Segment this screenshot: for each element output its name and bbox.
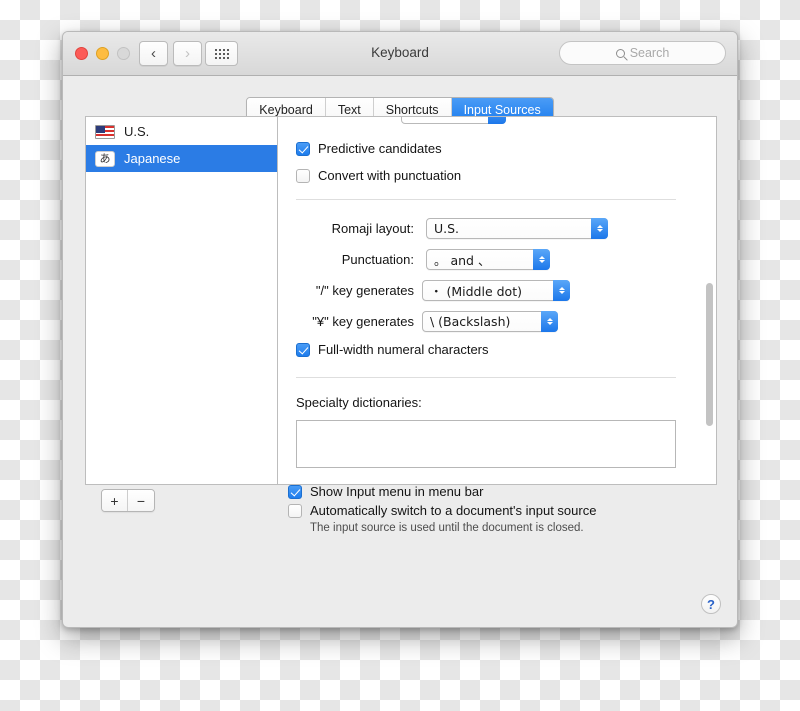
input-source-list[interactable]: U.S. あ Japanese [86,117,278,484]
remove-source-button[interactable]: − [128,490,154,511]
field-romaji-layout: Romaji layout: U.S. [296,218,700,239]
add-source-button[interactable]: + [102,490,128,511]
list-item[interactable]: U.S. [86,118,277,145]
japanese-hiragana-icon: あ [95,150,115,167]
popup-button-yen-key[interactable]: \ (Backslash) [422,311,558,332]
checkbox-predictive-candidates[interactable]: Predictive candidates [296,141,700,156]
us-flag-icon [95,124,115,139]
vertical-scrollbar[interactable] [705,119,714,482]
field-yen-key: "¥" key generates \ (Backslash) [296,311,700,332]
bottom-options: Show Input menu in menu bar Automaticall… [288,484,596,534]
checkbox-label: Automatically switch to a document's inp… [310,503,597,518]
divider [296,377,676,378]
checkbox-box [288,484,302,499]
popup-value: ・ (Middle dot) [430,284,522,299]
input-sources-panel: U.S. あ Japanese Predictive candidates Co… [85,116,717,485]
specialty-dictionaries-label: Specialty dictionaries: [296,395,422,410]
popup-button-slash-key[interactable]: ・ (Middle dot) [422,280,570,301]
scrolled-popup-button-partial[interactable] [401,117,506,124]
input-source-options: Predictive candidates Convert with punct… [278,117,716,484]
popup-value: \ (Backslash) [430,314,511,329]
popup-button-romaji-layout[interactable]: U.S. [426,218,608,239]
divider [296,199,676,200]
specialty-dictionaries-list[interactable] [296,420,676,468]
list-item[interactable]: あ Japanese [86,145,277,172]
stepper-icon [591,218,608,239]
checkbox-label: Show Input menu in menu bar [310,484,484,499]
stepper-icon [488,117,506,124]
list-item-label: U.S. [124,124,150,139]
checkbox-show-input-menu[interactable]: Show Input menu in menu bar [288,484,596,499]
search-icon [615,48,625,58]
search-input[interactable]: Search [559,41,726,65]
stepper-icon [541,311,558,332]
checkbox-auto-switch[interactable]: Automatically switch to a document's inp… [288,503,596,518]
window-titlebar: ‹ › Keyboard Search [63,32,737,76]
field-label: Punctuation: [341,252,414,267]
search-placeholder: Search [629,46,670,60]
keyboard-preferences-window: ‹ › Keyboard Search Keyboard Text Shortc… [62,31,738,628]
field-label: "/" key generates [315,283,414,298]
checkbox-box [288,503,302,518]
stepper-icon [533,249,550,270]
stepper-icon [553,280,570,301]
help-button[interactable]: ? [701,594,721,614]
checkbox-box [296,168,310,183]
scrollbar-thumb[interactable] [706,283,713,426]
popup-value: U.S. [434,221,460,236]
checkbox-convert-with-punctuation[interactable]: Convert with punctuation [296,168,700,183]
checkbox-full-width-numerals[interactable]: Full-width numeral characters [296,342,700,357]
field-slash-key: "/" key generates ・ (Middle dot) [296,280,700,301]
checkbox-box [296,342,310,357]
field-label: "¥" key generates [312,314,414,329]
list-item-label: Japanese [124,151,181,166]
add-remove-source-buttons: + − [101,489,155,512]
auto-switch-help-text: The input source is used until the docum… [310,522,584,534]
popup-button-punctuation[interactable]: 。 and 、 [426,249,550,270]
checkbox-label: Convert with punctuation [318,168,462,183]
field-label: Romaji layout: [331,221,414,236]
checkbox-label: Predictive candidates [318,141,442,156]
field-punctuation: Punctuation: 。 and 、 [296,249,700,270]
checkbox-box [296,141,310,156]
checkbox-label: Full-width numeral characters [318,342,489,357]
popup-value: 。 and 、 [434,253,491,268]
